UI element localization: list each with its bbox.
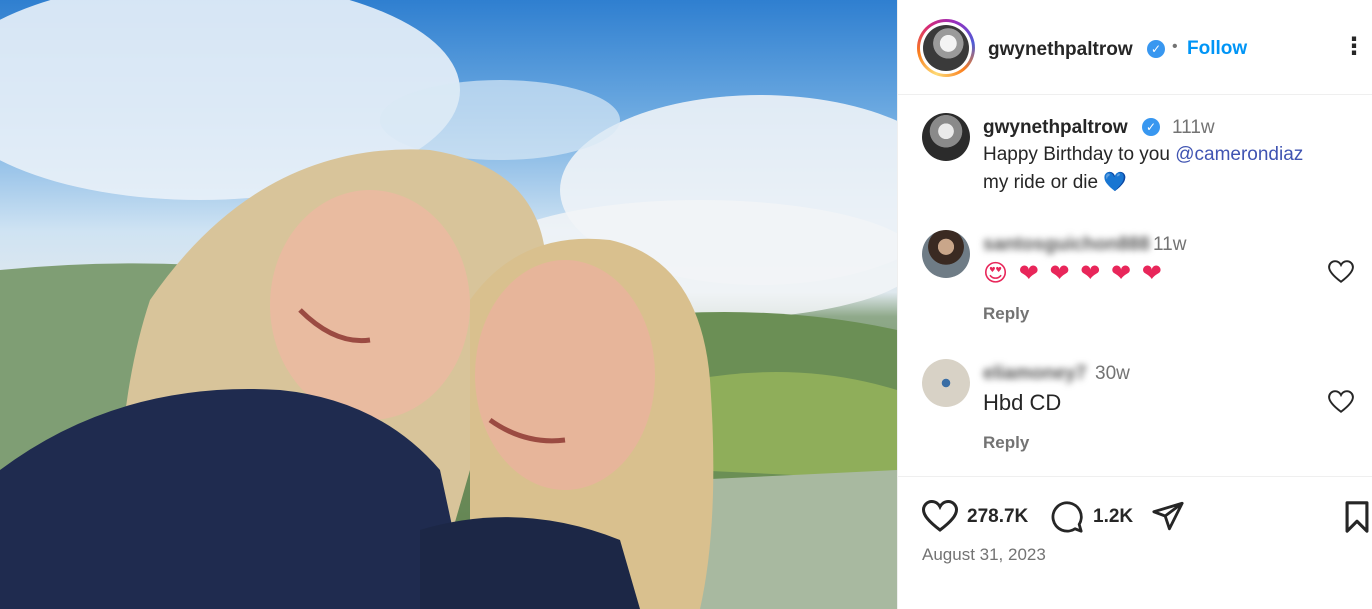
caption-text-start: Happy Birthday to you [983, 144, 1176, 165]
caption-mention-link[interactable]: @camerondiaz [1175, 144, 1303, 165]
post-side-panel: gwynethpaltrow ✓ • Follow ⋮ gwynethpaltr… [897, 0, 1372, 609]
more-options-icon[interactable]: ⋮ [1342, 32, 1367, 61]
comment-timestamp: 30w [1095, 363, 1130, 384]
like-heart-icon[interactable] [922, 500, 958, 533]
post-photo[interactable] [0, 0, 897, 609]
comment-text: 😍 ❤ ❤ ❤ ❤ ❤ [983, 260, 1164, 287]
post-header: gwynethpaltrow ✓ • Follow ⋮ [898, 0, 1372, 95]
author-story-ring[interactable] [917, 19, 975, 77]
follow-button[interactable]: Follow [1187, 38, 1247, 60]
author-avatar-frame [920, 22, 972, 74]
caption-text: Happy Birthday to you @camerondiaz my ri… [983, 141, 1353, 197]
verified-badge-icon: ✓ [1142, 118, 1160, 136]
comment-timestamp: 11w [1153, 234, 1187, 255]
comment-like-heart-icon[interactable] [1328, 390, 1354, 414]
comments-count[interactable]: 1.2K [1093, 506, 1133, 528]
reply-button[interactable]: Reply [983, 433, 1029, 453]
caption-text-end: my ride or die 💙 [983, 172, 1128, 193]
share-send-icon[interactable] [1151, 500, 1185, 532]
reply-button[interactable]: Reply [983, 304, 1029, 324]
comment-like-heart-icon[interactable] [1328, 260, 1354, 284]
caption-timestamp: 111w [1172, 117, 1215, 138]
save-bookmark-icon[interactable] [1344, 500, 1370, 534]
comment-bubble-icon[interactable] [1050, 500, 1084, 534]
likes-count[interactable]: 278.7K [967, 506, 1028, 528]
caption-author-avatar[interactable] [922, 113, 970, 161]
comment-text: Hbd CD [983, 390, 1062, 415]
divider [898, 476, 1372, 477]
author-username[interactable]: gwynethpaltrow [988, 39, 1133, 61]
caption-username[interactable]: gwynethpaltrow [983, 117, 1128, 139]
separator-dot: • [1172, 38, 1178, 55]
comment-avatar[interactable] [922, 359, 970, 407]
photo-illustration [0, 0, 897, 609]
comment-username-blurred[interactable]: santosguichon888 [983, 234, 1150, 256]
post-date: August 31, 2023 [922, 545, 1046, 564]
author-avatar [923, 25, 969, 71]
comment-username-blurred[interactable]: eliamoney7 [983, 363, 1087, 385]
verified-badge-icon: ✓ [1147, 40, 1165, 58]
comment-avatar[interactable] [922, 230, 970, 278]
